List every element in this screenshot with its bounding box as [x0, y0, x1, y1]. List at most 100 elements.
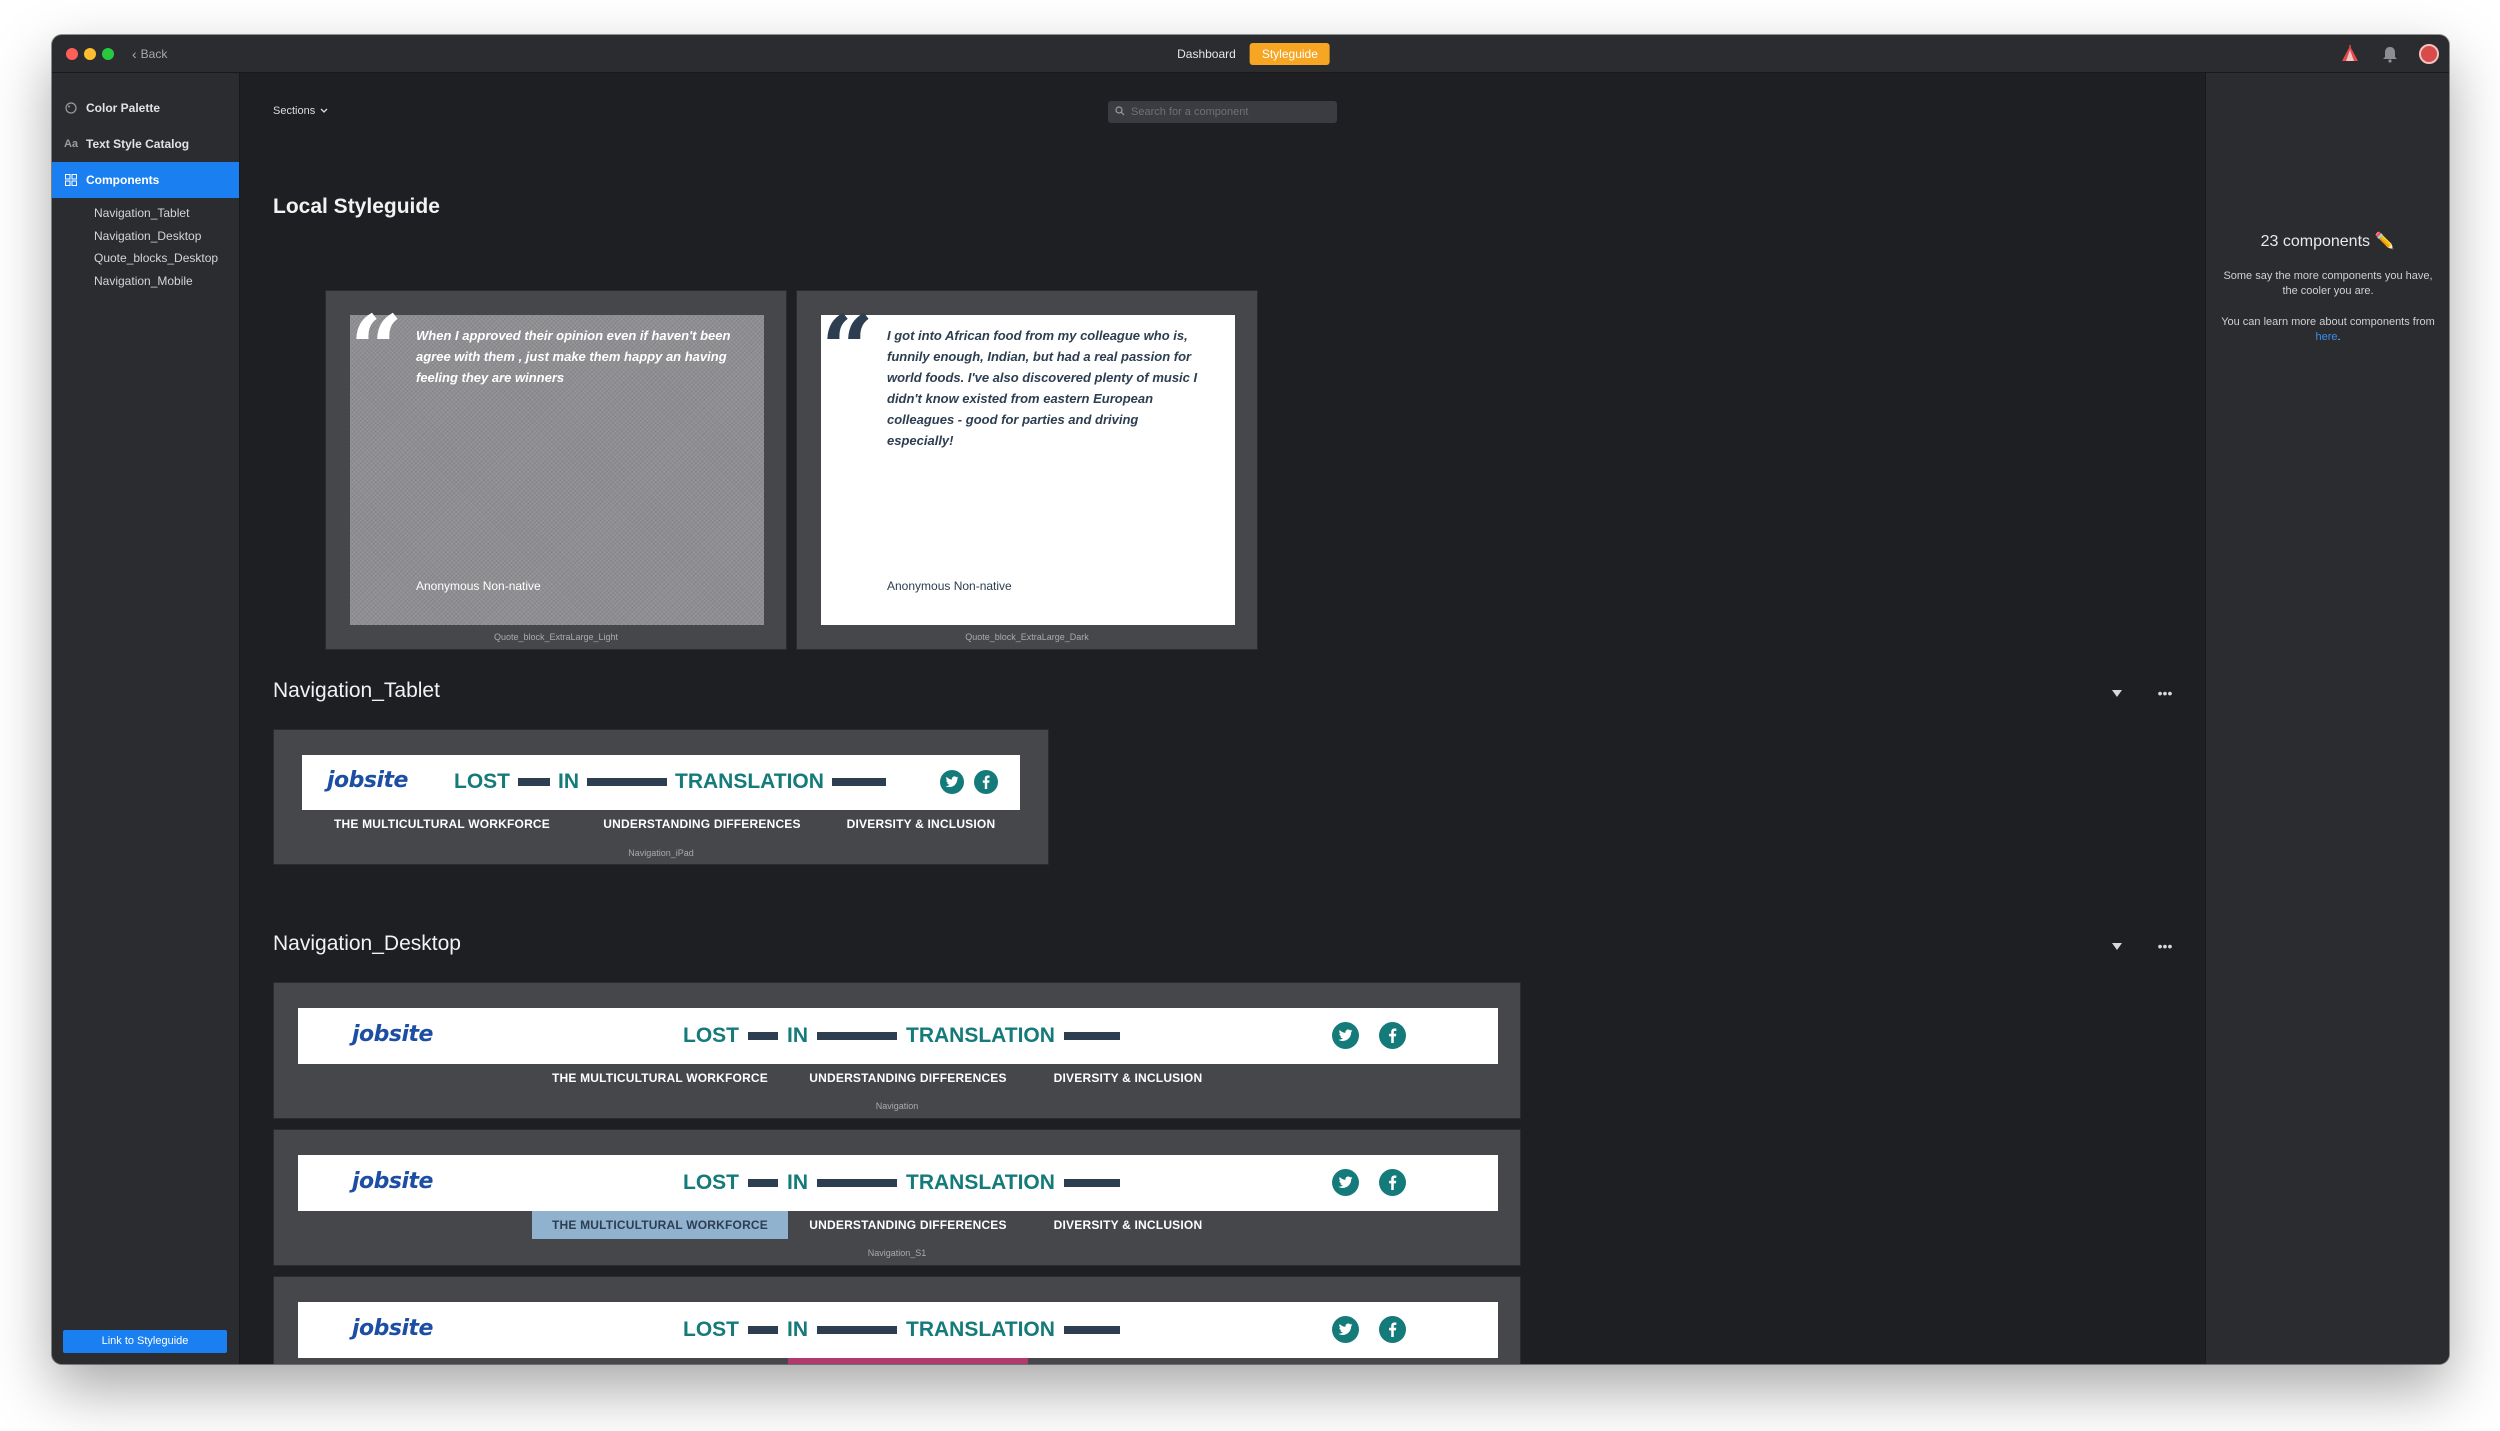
quote-card-light[interactable]: “ When I approved their opinion even if …	[325, 290, 787, 650]
nav-bar: THE MULTICULTURAL WORKFORCE UNDERSTANDIN…	[298, 1358, 1498, 1364]
window-maximize-button[interactable]	[102, 48, 114, 60]
title-word: LOST	[683, 1171, 739, 1194]
lost-in-translation-title: LOST IN TRANSLATION	[683, 1171, 1120, 1195]
tent-icon[interactable]	[2339, 43, 2361, 65]
jobsite-logo: jobsite	[352, 1169, 433, 1194]
card-label: Navigation_S1	[867, 1248, 927, 1258]
title-word: IN	[787, 1171, 808, 1194]
section-title-navigation-desktop: Navigation_Desktop	[273, 932, 461, 955]
title-word: TRANSLATION	[675, 770, 824, 793]
chevron-left-icon: ‹	[132, 46, 137, 62]
nav-item-understanding-differences[interactable]: UNDERSTANDING DIFFERENCES	[788, 1358, 1028, 1364]
sidebar-item-text-style-catalog[interactable]: Aa Text Style Catalog	[52, 126, 239, 162]
quote-author: Anonymous Non-native	[416, 579, 541, 593]
twitter-icon[interactable]	[940, 770, 964, 794]
social-links	[1332, 1022, 1406, 1049]
component-count: 23 components ✏️	[2260, 233, 2395, 250]
nav-header: jobsite LOST IN TRANSLATION	[298, 1155, 1498, 1211]
card-label: Quote_block_ExtraLarge_Light	[493, 632, 619, 642]
lost-in-translation-title: LOST IN TRANSLATION	[683, 1024, 1120, 1048]
title-dash	[817, 1032, 897, 1040]
social-links	[1332, 1169, 1406, 1196]
app-window: ‹ Back Dashboard Styleguide Color Palett…	[52, 35, 2449, 1364]
navigation-tablet-card[interactable]: jobsite LOST IN TRANSLATION THE MULTICUL…	[273, 729, 1049, 865]
sidebar-item-components[interactable]: Components	[52, 162, 239, 198]
title-word: TRANSLATION	[906, 1318, 1055, 1341]
main-content: Sections Local Styleguide “ When I appro…	[240, 73, 2205, 1364]
lost-in-translation-title: LOST IN TRANSLATION	[454, 770, 886, 794]
more-options-icon[interactable]: •••	[2155, 938, 2175, 954]
top-icons	[2339, 43, 2439, 65]
back-button[interactable]: ‹ Back	[132, 46, 167, 62]
twitter-icon[interactable]	[1332, 1022, 1359, 1049]
facebook-icon[interactable]	[1379, 1022, 1406, 1049]
bell-icon[interactable]	[2379, 43, 2401, 65]
title-word: TRANSLATION	[906, 1024, 1055, 1047]
title-dash	[1063, 1326, 1120, 1334]
avatar[interactable]	[2419, 44, 2439, 64]
link-to-styleguide-button[interactable]: Link to Styleguide	[63, 1330, 227, 1353]
title-dash	[817, 1179, 897, 1187]
sidebar-item-label: Color Palette	[86, 101, 161, 115]
sections-dropdown[interactable]: Sections	[273, 105, 328, 117]
sidebar-item-color-palette[interactable]: Color Palette	[52, 90, 239, 126]
sidebar-subitem-navigation-desktop[interactable]: Navigation_Desktop	[52, 225, 239, 248]
quote-block-light: “ When I approved their opinion even if …	[350, 303, 764, 625]
nav-item-diversity-inclusion[interactable]: DIVERSITY & INCLUSION	[1028, 1358, 1228, 1364]
right-panel-learn-more: You can learn more about components from…	[2220, 315, 2436, 345]
sidebar-item-label: Components	[86, 173, 160, 187]
nav-item-multicultural-workforce[interactable]: THE MULTICULTURAL WORKFORCE	[532, 1064, 788, 1092]
quote-card-dark[interactable]: “ I got into African food from my collea…	[796, 290, 1258, 650]
nav-item-understanding-differences[interactable]: UNDERSTANDING DIFFERENCES	[788, 1064, 1028, 1092]
right-panel: 23 components ✏️ Some say the more compo…	[2205, 73, 2449, 1364]
sidebar-subitem-navigation-tablet[interactable]: Navigation_Tablet	[52, 202, 239, 225]
nav-item-understanding-differences[interactable]: UNDERSTANDING DIFFERENCES	[788, 1211, 1028, 1239]
learn-more-link[interactable]: here	[2315, 331, 2337, 343]
window-minimize-button[interactable]	[84, 48, 96, 60]
palette-icon	[64, 101, 78, 115]
navigation-desktop-card[interactable]: jobsite LOST IN TRANSLATION THE MULTICUL…	[273, 982, 1521, 1119]
card-label: Quote_block_ExtraLarge_Dark	[965, 632, 1089, 642]
title-word: LOST	[683, 1024, 739, 1047]
quote-block-dark: “ I got into African food from my collea…	[821, 303, 1235, 625]
navigation-desktop-card-s2[interactable]: jobsite LOST IN TRANSLATION	[273, 1276, 1521, 1364]
facebook-icon[interactable]	[974, 770, 998, 794]
title-word: IN	[558, 770, 579, 793]
nav-header: jobsite LOST IN TRANSLATION	[298, 1302, 1498, 1358]
window-close-button[interactable]	[66, 48, 78, 60]
twitter-icon[interactable]	[1332, 1169, 1359, 1196]
chevron-down-icon	[320, 105, 328, 117]
nav-item-diversity-inclusion[interactable]: DIVERSITY & INCLUSION	[1028, 1064, 1228, 1092]
lost-in-translation-title: LOST IN TRANSLATION	[683, 1318, 1120, 1342]
social-links	[1332, 1316, 1406, 1343]
facebook-icon[interactable]	[1379, 1316, 1406, 1343]
tab-dashboard[interactable]: Dashboard	[1171, 43, 1242, 65]
navigation-desktop-card-s1[interactable]: jobsite LOST IN TRANSLATION THE MULTICUL…	[273, 1129, 1521, 1266]
collapse-arrow-icon[interactable]	[2107, 938, 2127, 954]
search-icon	[1115, 103, 1125, 121]
title-dash	[748, 1179, 778, 1187]
twitter-icon[interactable]	[1332, 1316, 1359, 1343]
nav-item-multicultural-workforce[interactable]: THE MULTICULTURAL WORKFORCE	[532, 1358, 788, 1364]
nav-header: jobsite LOST IN TRANSLATION	[302, 755, 1020, 810]
nav-item-multicultural-workforce[interactable]: THE MULTICULTURAL WORKFORCE	[302, 810, 582, 838]
section-title-local-styleguide: Local Styleguide	[273, 195, 440, 218]
card-label: Navigation_iPad	[628, 848, 694, 858]
title-dash	[817, 1326, 897, 1334]
section-title-navigation-tablet: Navigation_Tablet	[273, 679, 440, 702]
nav-item-diversity-inclusion[interactable]: DIVERSITY & INCLUSION	[1028, 1211, 1228, 1239]
sidebar: Color Palette Aa Text Style Catalog Comp…	[52, 73, 240, 1364]
search-input[interactable]	[1131, 106, 1321, 118]
sidebar-item-label: Text Style Catalog	[86, 137, 190, 151]
collapse-arrow-icon[interactable]	[2107, 685, 2127, 701]
top-tabs: Dashboard Styleguide	[1171, 43, 1330, 65]
title-dash	[1063, 1179, 1120, 1187]
sidebar-subitem-quote-blocks-desktop[interactable]: Quote_blocks_Desktop	[52, 247, 239, 270]
tab-styleguide[interactable]: Styleguide	[1249, 43, 1330, 65]
nav-item-multicultural-workforce[interactable]: THE MULTICULTURAL WORKFORCE	[532, 1211, 788, 1239]
more-options-icon[interactable]: •••	[2155, 685, 2175, 701]
facebook-icon[interactable]	[1379, 1169, 1406, 1196]
nav-item-understanding-differences[interactable]: UNDERSTANDING DIFFERENCES	[582, 810, 822, 838]
sidebar-subitem-navigation-mobile[interactable]: Navigation_Mobile	[52, 270, 239, 293]
nav-item-diversity-inclusion[interactable]: DIVERSITY & INCLUSION	[822, 810, 1020, 838]
